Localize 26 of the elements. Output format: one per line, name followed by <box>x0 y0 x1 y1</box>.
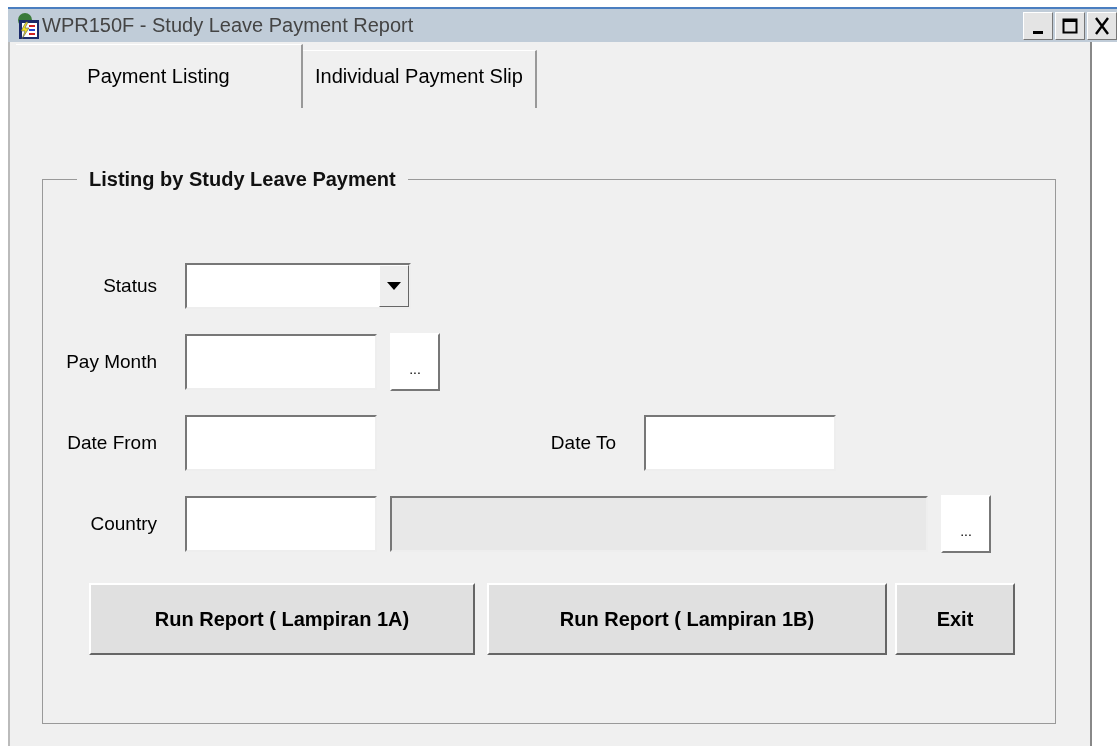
lookup-button[interactable]: ... <box>390 333 440 391</box>
group-title: Listing by Study Leave Payment <box>88 168 397 191</box>
input-field[interactable] <box>185 496 377 552</box>
exit-button[interactable]: Exit <box>895 583 1015 655</box>
maximize-button[interactable] <box>1055 11 1085 40</box>
close-icon <box>1094 16 1110 35</box>
field-label: Status <box>102 275 157 297</box>
tab[interactable]: Payment Listing <box>16 44 303 108</box>
input-field[interactable] <box>644 415 836 471</box>
input-field[interactable] <box>185 334 377 390</box>
run-report-button[interactable]: Run Report ( Lampiran 1A) <box>89 583 475 655</box>
dropdown-arrow-icon <box>387 281 401 291</box>
field-label: Pay Month <box>65 351 157 373</box>
field-label: Date To <box>549 432 616 454</box>
maximize-icon <box>1062 17 1078 34</box>
status-dropdown[interactable] <box>185 263 411 309</box>
input-field[interactable] <box>185 415 377 471</box>
minimize-button[interactable] <box>1023 11 1053 40</box>
close-button[interactable] <box>1087 11 1117 40</box>
field-label: Country <box>89 513 157 535</box>
window-title: WPR150F - Study Leave Payment Report <box>42 14 414 37</box>
run-report-button[interactable]: Run Report ( Lampiran 1B) <box>487 583 887 655</box>
field-label: Date From <box>66 432 157 454</box>
lookup-button[interactable]: ... <box>941 495 991 553</box>
tab[interactable]: Individual Payment Slip <box>303 50 537 108</box>
minimize-icon <box>1033 31 1043 34</box>
